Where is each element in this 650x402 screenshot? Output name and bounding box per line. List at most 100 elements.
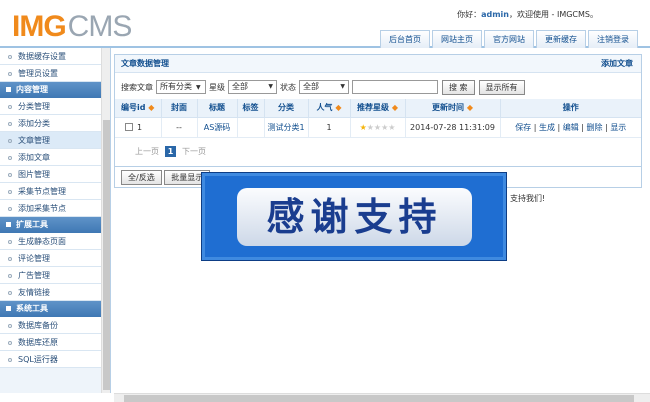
- thanks-text: 感谢支持: [237, 188, 472, 246]
- col-title: 标题: [197, 99, 238, 118]
- status-select[interactable]: 全部 ▼: [299, 80, 349, 94]
- status-label: 状态: [280, 82, 296, 92]
- row-tag: [237, 117, 265, 138]
- sidebar-item-add-collect-node[interactable]: 添加采集节点: [0, 200, 101, 217]
- thanks-overlay: 感谢支持: [201, 172, 507, 261]
- star-empty-icon[interactable]: ★: [374, 123, 381, 132]
- star-empty-icon[interactable]: ★: [367, 123, 374, 132]
- nav-official-site[interactable]: 官方网站: [484, 30, 534, 48]
- star-filled-icon[interactable]: ★: [360, 123, 367, 132]
- row-category-link[interactable]: 测试分类1: [267, 123, 304, 132]
- nav-admin-home[interactable]: 后台首页: [380, 30, 430, 48]
- article-table: 编号id ◆ 封面 标题 标签 分类 人气 ◆ 推荐星级 ◆ 更新时间 ◆ 操作…: [115, 99, 641, 138]
- show-all-button[interactable]: 显示所有: [478, 79, 525, 95]
- sidebar-item-db-backup[interactable]: 数据库备份: [0, 317, 101, 334]
- sort-icon: ◆: [466, 103, 473, 113]
- select-all-button[interactable]: 全/反选: [121, 170, 162, 185]
- table-row: 1 -- AS源码 测试分类1 1 ★★★★★ 2014-07-28 11:31…: [115, 117, 641, 138]
- username[interactable]: admin: [481, 10, 509, 19]
- sidebar-item-article-manage[interactable]: 文章管理: [0, 132, 101, 149]
- save-link[interactable]: 保存: [515, 123, 531, 132]
- show-link[interactable]: 显示: [610, 123, 626, 132]
- star-select[interactable]: 全部 ▼: [228, 80, 277, 94]
- row-title-link[interactable]: AS源码: [204, 123, 231, 132]
- square-icon: [6, 306, 11, 311]
- current-page[interactable]: 1: [165, 145, 176, 157]
- search-label: 搜索文章: [121, 82, 153, 92]
- sidebar-group-content[interactable]: 内容管理: [0, 82, 101, 98]
- bullet-icon: [8, 323, 12, 328]
- search-button[interactable]: 搜 索: [442, 79, 475, 95]
- search-input[interactable]: [352, 80, 438, 94]
- row-star-rating[interactable]: ★★★★★: [350, 117, 406, 138]
- sidebar-item-ads[interactable]: 广告管理: [0, 267, 101, 284]
- welcome-text: 你好：admin，欢迎使用 - IMGCMS。: [457, 10, 598, 19]
- bullet-icon: [8, 340, 12, 345]
- nav-logout[interactable]: 注销登录: [588, 30, 638, 48]
- sidebar-item-category-manage[interactable]: 分类管理: [0, 98, 101, 115]
- sidebar-group-system[interactable]: 系统工具: [0, 301, 101, 317]
- sidebar-item-comments[interactable]: 评论管理: [0, 250, 101, 267]
- bullet-icon: [8, 155, 12, 160]
- sidebar-item-admin-settings[interactable]: 管理员设置: [0, 65, 101, 82]
- row-views: 1: [308, 117, 351, 138]
- bullet-icon: [8, 256, 12, 261]
- sidebar-group-extensions[interactable]: 扩展工具: [0, 217, 101, 233]
- nav-update-cache[interactable]: 更新缓存: [536, 30, 586, 48]
- horizontal-scrollbar[interactable]: [114, 393, 650, 402]
- sidebar-item-add-category[interactable]: 添加分类: [0, 115, 101, 132]
- bullet-icon: [8, 54, 12, 59]
- bullet-icon: [8, 138, 12, 143]
- col-category: 分类: [264, 99, 309, 118]
- panel-title: 文章数据管理 添加文章: [115, 55, 641, 73]
- square-icon: [6, 87, 11, 92]
- col-id[interactable]: 编号id ◆: [115, 99, 162, 118]
- sidebar-item-sql-runner[interactable]: SQL运行器: [0, 351, 101, 368]
- sort-icon: ◆: [391, 103, 398, 113]
- add-article-link[interactable]: 添加文章: [601, 55, 633, 73]
- bullet-icon: [8, 121, 12, 126]
- chevron-down-icon: ▼: [268, 83, 273, 90]
- sidebar-item-cache-settings[interactable]: 数据缓存设置: [0, 48, 101, 65]
- row-cover: --: [161, 117, 198, 138]
- col-views[interactable]: 人气 ◆: [308, 99, 351, 118]
- sidebar-scrollbar[interactable]: [101, 48, 110, 393]
- star-label: 星级: [209, 82, 225, 92]
- scrollbar-thumb[interactable]: [124, 395, 634, 402]
- generate-link[interactable]: 生成: [539, 123, 555, 132]
- category-select[interactable]: 所有分类 ▼: [156, 80, 206, 94]
- header: IMGCMS 你好：admin，欢迎使用 - IMGCMS。 后台首页 网站主页…: [0, 0, 650, 48]
- sidebar-item-image-manage[interactable]: 图片管理: [0, 166, 101, 183]
- sidebar-item-add-article[interactable]: 添加文章: [0, 149, 101, 166]
- next-page-link[interactable]: 下一页: [182, 146, 206, 157]
- prev-page-link[interactable]: 上一页: [135, 146, 159, 157]
- edit-link[interactable]: 编辑: [563, 123, 579, 132]
- nav-site-home[interactable]: 网站主页: [432, 30, 482, 48]
- scrollbar-thumb[interactable]: [103, 120, 110, 390]
- search-bar: 搜索文章 所有分类 ▼ 星级 全部 ▼ 状态 全部 ▼ 搜 索 显示所有: [121, 79, 525, 95]
- support-text: 支持我们!: [510, 194, 546, 203]
- top-nav: 后台首页 网站主页 官方网站 更新缓存 注销登录: [378, 30, 638, 48]
- bullet-icon: [8, 357, 12, 362]
- bullet-icon: [8, 273, 12, 278]
- sidebar-item-links[interactable]: 友情链接: [0, 284, 101, 301]
- bullet-icon: [8, 290, 12, 295]
- bullet-icon: [8, 172, 12, 177]
- sidebar-item-db-restore[interactable]: 数据库还原: [0, 334, 101, 351]
- sidebar-item-collect-nodes[interactable]: 采集节点管理: [0, 183, 101, 200]
- col-time[interactable]: 更新时间 ◆: [405, 99, 501, 118]
- row-time: 2014-07-28 11:31:09: [405, 117, 501, 138]
- logo: IMGCMS: [12, 10, 132, 43]
- row-id: 1: [137, 122, 143, 132]
- sidebar: 数据缓存设置 管理员设置 内容管理 分类管理 添加分类 文章管理 添加文章 图片…: [0, 48, 111, 393]
- bullet-icon: [8, 71, 12, 76]
- col-cover: 封面: [161, 99, 198, 118]
- bullet-icon: [8, 239, 12, 244]
- col-stars[interactable]: 推荐星级 ◆: [350, 99, 406, 118]
- row-checkbox[interactable]: [125, 123, 133, 131]
- sidebar-item-generate-static[interactable]: 生成静态页面: [0, 233, 101, 250]
- table-header: 编号id ◆ 封面 标题 标签 分类 人气 ◆ 推荐星级 ◆ 更新时间 ◆ 操作: [115, 99, 641, 118]
- star-empty-icon[interactable]: ★: [388, 123, 395, 132]
- bullet-icon: [8, 189, 12, 194]
- delete-link[interactable]: 删除: [587, 123, 603, 132]
